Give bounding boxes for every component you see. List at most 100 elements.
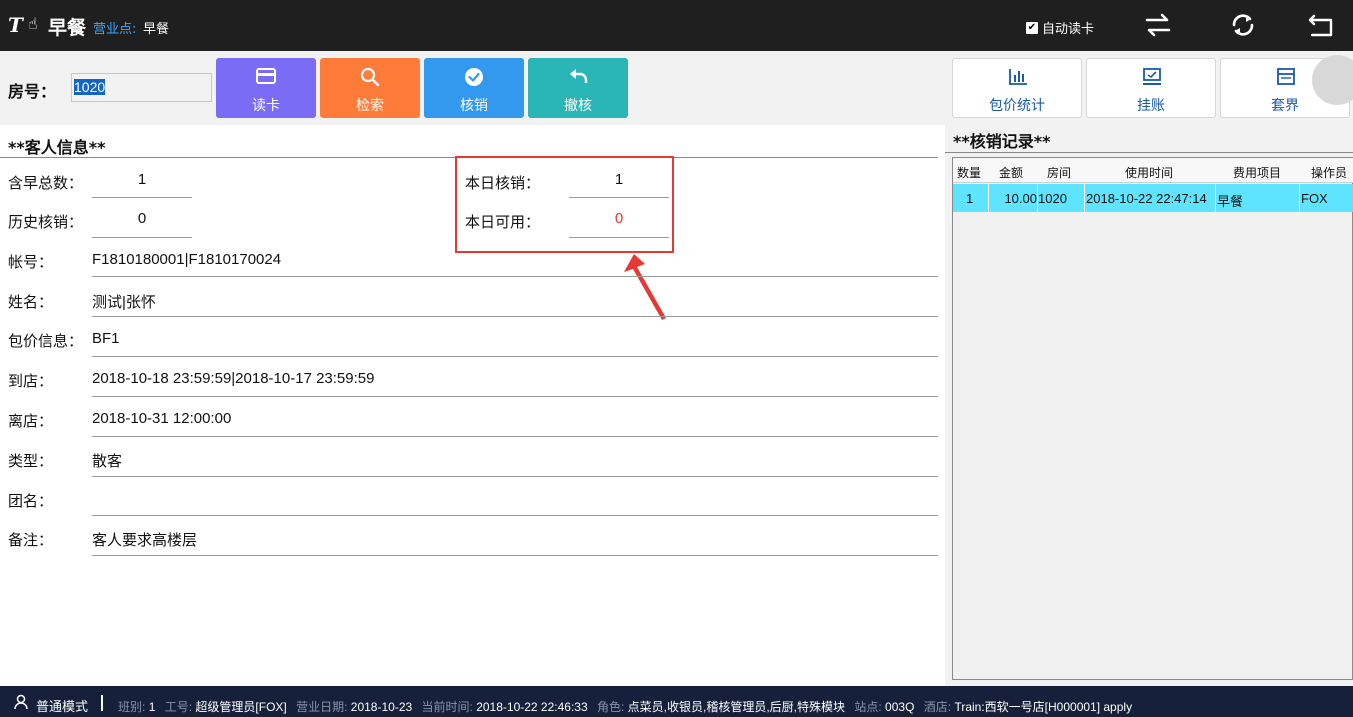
emp-value: 超级管理员[FOX] — [195, 700, 287, 714]
now-value: 2018-10-22 22:46:33 — [476, 700, 588, 714]
app-logo: T — [8, 13, 23, 37]
package-value: BF1 — [92, 330, 120, 347]
status-bar: 普通模式 班别: 1 工号: 超级管理员[FOX] 营业日期: 2018-10-… — [0, 686, 1353, 717]
undo-verify-label: 撤核 — [564, 98, 592, 114]
outlet-label: 营业点: — [93, 22, 137, 37]
breakfast-total-underline — [92, 197, 192, 198]
mode-label: 普通模式 — [36, 699, 89, 714]
group-label: 团名： — [8, 492, 54, 510]
name-label: 姓名： — [8, 293, 54, 311]
guest-info-title: **客人信息** — [8, 138, 106, 157]
read-card-label: 读卡 — [252, 98, 280, 114]
type-underline — [92, 476, 938, 477]
monitor-icon — [1143, 68, 1161, 85]
outlet-value: 早餐 — [143, 22, 170, 37]
col-header-qty[interactable]: 数量 — [957, 164, 981, 181]
row-amount: 10.00 — [1004, 191, 1037, 206]
breakfast-total-label: 含早总数： — [8, 174, 84, 192]
remark-value: 客人要求高楼层 — [92, 532, 198, 549]
shift-value: 1 — [148, 700, 156, 714]
package-label: 包价信息： — [8, 332, 84, 350]
check-circle-icon — [465, 68, 483, 86]
departure-value: 2018-10-31 12:00:00 — [92, 410, 232, 427]
auto-read-label: 自动读卡 — [1042, 22, 1095, 37]
search-button[interactable]: 检索 — [320, 58, 420, 118]
room-label: 房号： — [8, 82, 57, 101]
undo-verify-button[interactable]: 撤核 — [528, 58, 628, 118]
package-stats-button[interactable]: 包价统计 — [952, 58, 1082, 118]
auto-read-checkbox[interactable]: ✔ — [1026, 21, 1038, 34]
col-header-item[interactable]: 费用项目 — [1233, 164, 1281, 181]
history-underline — [92, 237, 192, 238]
name-underline — [92, 316, 938, 317]
status-info: 班别: 1 工号: 超级管理员[FOX] 营业日期: 2018-10-23 当前… — [118, 698, 1138, 715]
switch-arrows-icon[interactable] — [1143, 10, 1173, 40]
col-header-room[interactable]: 房间 — [1047, 164, 1071, 181]
remark-label: 备注： — [8, 531, 54, 549]
callout-box — [455, 156, 674, 253]
status-separator — [101, 695, 103, 711]
records-title: **核销记录** — [953, 132, 1051, 151]
account-underline — [92, 276, 938, 277]
history-value: 0 — [137, 210, 147, 227]
back-icon[interactable] — [1306, 10, 1336, 40]
hand-icon: ☝ — [28, 14, 38, 33]
refresh-icon[interactable] — [1228, 10, 1258, 40]
history-label: 历史核销： — [8, 213, 84, 231]
col-header-operator[interactable]: 操作员 — [1311, 164, 1347, 181]
arrival-value: 2018-10-18 23:59:59|2018-10-17 23:59:59 — [92, 370, 375, 387]
departure-underline — [92, 436, 938, 437]
app-title: 早餐 — [48, 17, 87, 39]
row-operator: FOX — [1301, 191, 1328, 206]
records-table-header: 数量 金额 房间 使用时间 费用项目 操作员 — [953, 158, 1353, 183]
column-divider — [1084, 184, 1085, 212]
card-icon — [256, 68, 276, 84]
col-header-amount[interactable]: 金额 — [999, 164, 1023, 181]
package-underline — [92, 356, 938, 357]
role-value: 点菜员,收银员,稽核管理员,后厨,特殊模块 — [627, 700, 846, 714]
shift-key: 班别: — [118, 700, 146, 714]
hotel-value: Train:西软一号店[H000001] apply — [954, 700, 1133, 714]
charge-account-label: 挂账 — [1137, 98, 1165, 114]
role-key: 角色: — [596, 700, 625, 714]
records-divider — [945, 152, 1353, 153]
bar-chart-icon — [1009, 69, 1027, 85]
callout-arrow-icon — [624, 254, 666, 320]
undo-icon — [570, 69, 588, 83]
row-room: 1020 — [1038, 191, 1067, 206]
row-time: 2018-10-22 22:47:14 — [1086, 191, 1207, 206]
account-label: 帐号： — [8, 253, 54, 271]
arrival-label: 到店： — [8, 372, 54, 390]
verify-button[interactable]: 核销 — [424, 58, 524, 118]
column-divider — [1299, 184, 1300, 212]
hotel-key: 酒店: — [923, 700, 952, 714]
account-value: F1810180001|F1810170024 — [92, 251, 282, 268]
room-number-input[interactable]: 1020 — [71, 73, 212, 102]
records-table[interactable]: 数量 金额 房间 使用时间 费用项目 操作员 1 10.00 1020 2018… — [952, 157, 1353, 680]
bizdate-key: 营业日期: — [296, 700, 348, 714]
package-stats-label: 包价统计 — [989, 98, 1045, 114]
search-icon — [360, 67, 380, 87]
column-divider — [988, 184, 989, 212]
verify-label: 核销 — [460, 98, 488, 114]
col-header-time[interactable]: 使用时间 — [1125, 164, 1173, 181]
user-icon — [14, 694, 28, 710]
emp-key: 工号: — [164, 700, 193, 714]
now-key: 当前时间: — [421, 700, 473, 714]
charge-account-button[interactable]: 挂账 — [1086, 58, 1216, 118]
auto-read-toggle[interactable]: ✔ 自动读卡 — [1026, 18, 1094, 37]
room-number-value: 1020 — [74, 79, 106, 95]
station-value: 003Q — [885, 700, 915, 714]
departure-label: 离店： — [8, 412, 54, 430]
type-label: 类型： — [8, 452, 54, 470]
top-bar: T ☝ 早餐 营业点: 早餐 ✔ 自动读卡 — [0, 0, 1353, 51]
table-row[interactable]: 1 10.00 1020 2018-10-22 22:47:14 早餐 FOX — [953, 184, 1353, 212]
read-card-button[interactable]: 读卡 — [216, 58, 316, 118]
remark-underline — [92, 555, 938, 556]
search-label: 检索 — [356, 98, 384, 114]
station-key: 站点: — [854, 700, 882, 714]
breakfast-total-value: 1 — [137, 171, 147, 188]
name-value: 测试|张怀 — [92, 294, 156, 311]
row-item: 早餐 — [1217, 194, 1244, 209]
window-icon — [1277, 68, 1295, 85]
